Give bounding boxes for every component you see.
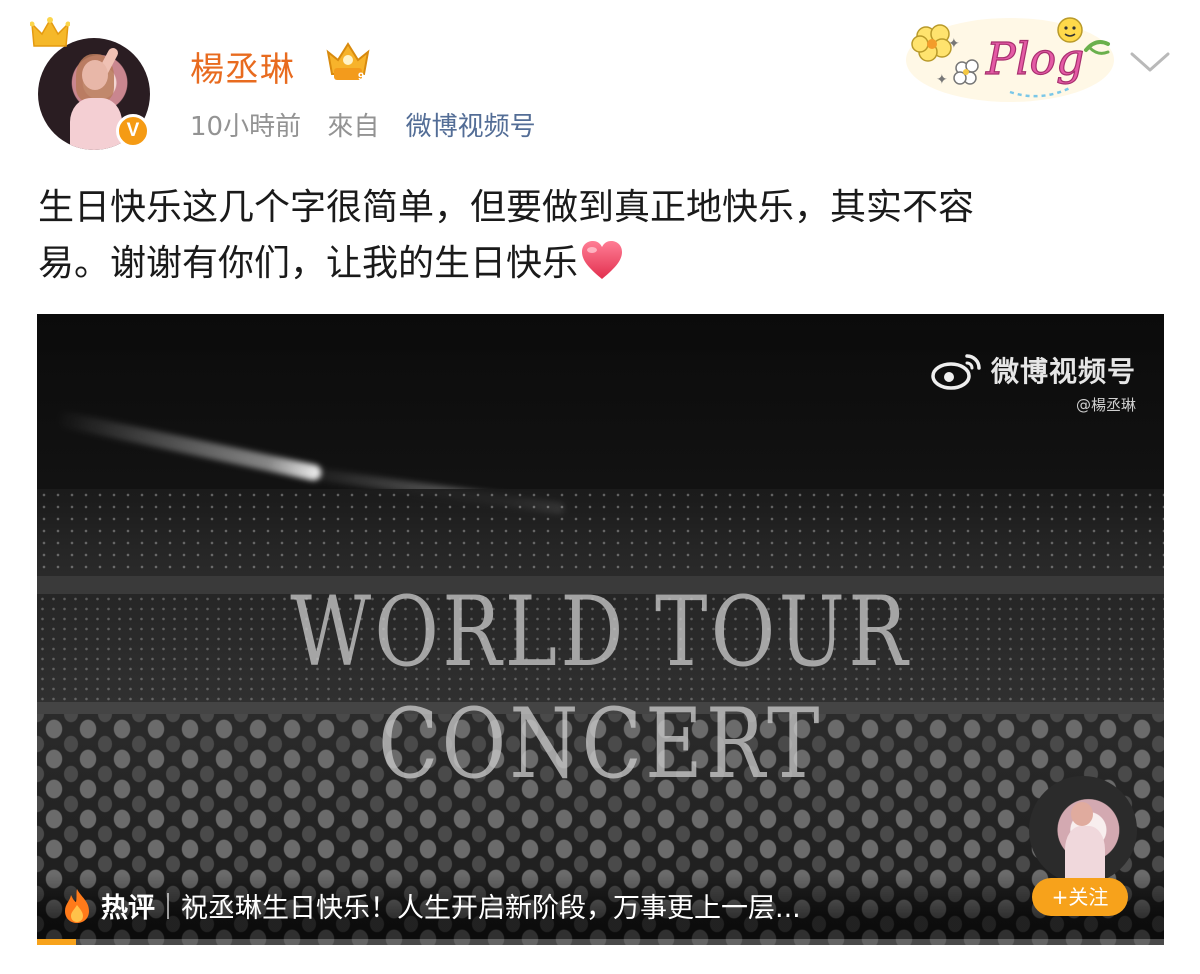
hot-comment[interactable]: 热评 祝丞琳生日快乐！人生开启新阶段，万事更上一层...	[61, 886, 801, 925]
video-author-avatar[interactable]	[1029, 776, 1137, 884]
svg-text:✦: ✦	[948, 36, 960, 52]
plog-sticker[interactable]: ✦ ✦ Plog	[900, 8, 1118, 108]
author-name[interactable]: 楊丞琳	[190, 42, 295, 91]
watermark-brand: 微博视频号	[990, 355, 1136, 388]
heart-icon	[582, 241, 623, 279]
vip-icon: 9	[326, 42, 370, 83]
post-meta: 10小時前 來自 微博视频号	[190, 106, 536, 143]
video-overlay-title: WORLD TOUR CONCERT	[290, 576, 911, 800]
follow-button[interactable]: +关注	[1032, 878, 1128, 916]
source-link[interactable]: 微博视频号	[406, 112, 536, 142]
weibo-logo-icon	[931, 354, 981, 390]
from-label: 來自	[327, 112, 380, 142]
video-watermark: 微博视频号 @楊丞琳	[929, 350, 1136, 415]
arena-stands-upper	[37, 489, 1164, 579]
svg-text:✦: ✦	[936, 72, 948, 88]
hot-comment-text: 祝丞琳生日快乐！人生开启新阶段，万事更上一层...	[181, 893, 801, 924]
verified-v-icon: V	[116, 114, 150, 148]
divider	[167, 892, 169, 919]
svg-text:9: 9	[358, 71, 364, 83]
hot-label: 热评	[101, 893, 155, 924]
video-player[interactable]: WORLD TOUR CONCERT 微博视频号 @楊丞琳 热评 祝丞琳生日快乐…	[37, 314, 1164, 945]
post-text: 生日快乐这几个字很简单，但要做到真正地快乐，其实不容 易。谢谢有你们，让我的生日…	[38, 180, 1158, 292]
author-avatar[interactable]: V	[30, 17, 150, 150]
crown-icon	[30, 17, 70, 47]
post-text-line-2: 易。谢谢有你们，让我的生日快乐	[38, 236, 1158, 292]
post-text-line-1: 生日快乐这几个字很简单，但要做到真正地快乐，其实不容	[38, 187, 975, 228]
fire-icon	[65, 888, 89, 923]
video-progress-bar[interactable]	[37, 939, 1164, 945]
watermark-handle: @楊丞琳	[1075, 396, 1136, 414]
chevron-down-icon[interactable]	[1128, 46, 1172, 76]
post-text-line-2-content: 易。谢谢有你们，让我的生日快乐	[38, 243, 579, 284]
post-time: 10小時前	[190, 112, 302, 142]
video-progress-fill	[37, 939, 77, 945]
